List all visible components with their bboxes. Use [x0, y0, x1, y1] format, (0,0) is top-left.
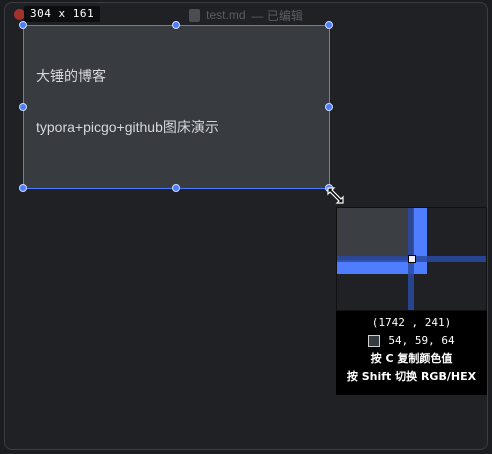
document-icon — [189, 8, 201, 22]
selection-text-line: 大锤的博客 — [36, 68, 106, 84]
color-value-row: 54, 59, 64 — [336, 332, 487, 350]
resize-handle-right[interactable] — [325, 103, 333, 111]
screenshot-selection-area[interactable]: 大锤的博客 typora+picgo+github图床演示 — [23, 25, 330, 189]
window-title: test.md — [206, 8, 246, 22]
resize-handle-top-right[interactable] — [325, 21, 333, 29]
color-info-panel: (1742 , 241) 54, 59, 64 按 C 复制颜色值 按 Shif… — [336, 311, 487, 395]
magnified-selection-fill — [337, 208, 413, 260]
resize-handle-top-left[interactable] — [19, 21, 27, 29]
magnifier-center-pixel — [408, 255, 416, 263]
selection-size-label: 304 x 161 — [24, 6, 101, 22]
resize-handle-bottom[interactable] — [172, 184, 180, 192]
selection-text-line: typora+picgo+github图床演示 — [36, 119, 219, 135]
color-swatch — [368, 335, 381, 347]
color-rgb-value: 54, 59, 64 — [388, 334, 455, 347]
resize-cursor-icon — [327, 187, 344, 204]
resize-handle-bottom-left[interactable] — [19, 184, 27, 192]
switch-format-hint: 按 Shift 切换 RGB/HEX — [346, 370, 477, 383]
window-edit-status: — 已编辑 — [251, 8, 303, 23]
copy-color-hint: 按 C 复制颜色值 — [370, 352, 453, 365]
resize-handle-left[interactable] — [19, 103, 27, 111]
color-magnifier — [336, 207, 487, 311]
cursor-coordinates: (1742 , 241) — [371, 316, 452, 329]
resize-handle-top[interactable] — [172, 21, 180, 29]
